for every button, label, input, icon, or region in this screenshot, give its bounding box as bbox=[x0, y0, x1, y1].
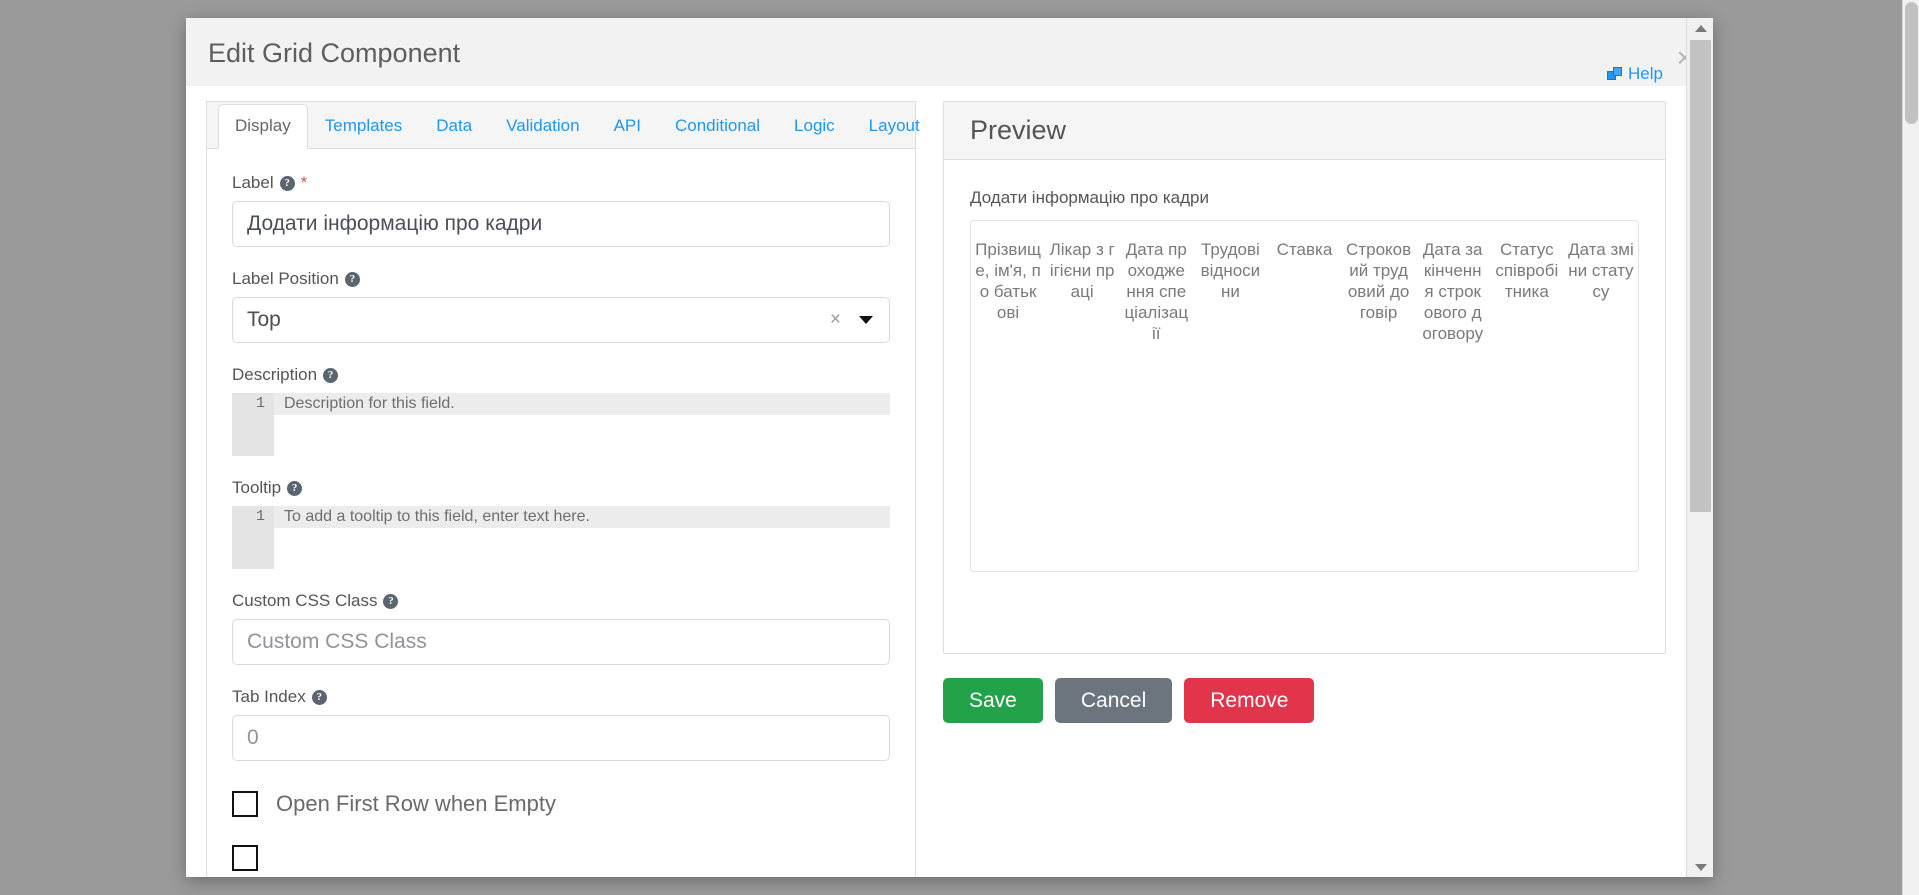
tab-index-input[interactable] bbox=[232, 715, 890, 761]
label-text: Label bbox=[232, 173, 274, 192]
grid-column-header: Дата зміни статусу bbox=[1568, 240, 1634, 301]
open-first-row-checkbox[interactable] bbox=[232, 791, 258, 817]
next-checkbox-row[interactable] bbox=[232, 845, 890, 871]
grid-column: Дата закінчення строкового договору bbox=[1416, 239, 1490, 344]
label-position-label: Label Position ? bbox=[232, 269, 890, 289]
preview-field-label: Додати інформацію про кадри bbox=[970, 188, 1209, 207]
line-number: 1 bbox=[255, 395, 265, 412]
tooltip-code-editor[interactable]: 1 To add a tooltip to this field, enter … bbox=[232, 506, 890, 569]
description-label: Description ? bbox=[232, 365, 890, 385]
tooltip-placeholder: To add a tooltip to this field, enter te… bbox=[284, 508, 590, 525]
tab-api[interactable]: API bbox=[597, 104, 658, 149]
settings-panel: Display Templates Data Validation API Co… bbox=[206, 101, 920, 877]
grid-column-header: Прізвище, ім'я, по батькові bbox=[975, 240, 1041, 322]
tab-data[interactable]: Data bbox=[419, 104, 489, 149]
remove-button[interactable]: Remove bbox=[1184, 678, 1315, 723]
label-text: Custom CSS Class bbox=[232, 591, 378, 610]
modal-title: Edit Grid Component bbox=[208, 38, 461, 68]
custom-css-class-input[interactable] bbox=[232, 619, 890, 665]
help-window-icon bbox=[1607, 67, 1623, 81]
custom-css-class-label: Custom CSS Class ? bbox=[232, 591, 890, 611]
scrollbar-thumb[interactable] bbox=[1690, 40, 1711, 512]
modal-scrollbar[interactable] bbox=[1686, 18, 1713, 877]
preview-edit-grid-table[interactable]: Прізвище, ім'я, по батькові Лікар з гігі… bbox=[970, 220, 1639, 572]
label-input[interactable] bbox=[232, 201, 890, 247]
label-field-label: Label ? * bbox=[232, 173, 890, 193]
tab-templates[interactable]: Templates bbox=[308, 104, 419, 149]
description-code-editor[interactable]: 1 Description for this field. bbox=[232, 393, 890, 456]
cancel-button[interactable]: Cancel bbox=[1054, 678, 1173, 723]
tab-validation[interactable]: Validation bbox=[489, 104, 596, 149]
tooltip-label: Tooltip ? bbox=[232, 478, 890, 498]
line-number-gutter: 1 bbox=[232, 393, 274, 456]
display-tab-panel: Label ? * Label Position ? Top × bbox=[207, 149, 915, 871]
grid-column: Дата проходження спеціалізації bbox=[1119, 239, 1193, 344]
field-group-custom-css-class: Custom CSS Class ? bbox=[232, 591, 890, 665]
field-group-description: Description ? 1 Description for this fie… bbox=[232, 365, 890, 456]
page-scrollbar-thumb[interactable] bbox=[1905, 2, 1918, 124]
tab-index-label: Tab Index ? bbox=[232, 687, 890, 707]
modal-actions: Save Cancel Remove bbox=[943, 678, 1315, 723]
grid-column-header: Дата проходження спеціалізації bbox=[1124, 240, 1189, 343]
tab-layout[interactable]: Layout bbox=[852, 104, 937, 149]
preview-title: Preview bbox=[970, 115, 1067, 145]
line-number-gutter: 1 bbox=[232, 506, 274, 569]
grid-column: Ставка bbox=[1267, 239, 1341, 260]
help-icon[interactable]: ? bbox=[323, 367, 339, 383]
grid-column-header: Ставка bbox=[1276, 240, 1333, 259]
field-group-tooltip: Tooltip ? 1 To add a tooltip to this fie… bbox=[232, 478, 890, 569]
grid-column: Статус співробітника bbox=[1490, 239, 1564, 302]
tab-conditional[interactable]: Conditional bbox=[658, 104, 777, 149]
label-text: Tab Index bbox=[232, 687, 306, 706]
label-position-select[interactable]: Top × bbox=[232, 297, 890, 343]
edit-grid-component-modal: Edit Grid Component Help × Display Templ… bbox=[186, 18, 1713, 877]
grid-column: Строковий трудовий договір bbox=[1342, 239, 1416, 323]
modal-header: Edit Grid Component Help × bbox=[186, 18, 1713, 86]
grid-column-header: Дата закінчення строкового договору bbox=[1422, 240, 1484, 343]
help-label: Help bbox=[1628, 64, 1663, 83]
tab-display[interactable]: Display bbox=[218, 104, 308, 149]
line-number: 1 bbox=[255, 508, 265, 525]
chevron-down-icon[interactable] bbox=[859, 316, 873, 324]
field-group-label-position: Label Position ? Top × bbox=[232, 269, 890, 343]
grid-column-header: Трудові відносини bbox=[1200, 240, 1261, 301]
help-icon[interactable]: ? bbox=[311, 689, 327, 705]
grid-column: Лікар з гігієни праці bbox=[1045, 239, 1119, 302]
help-icon[interactable]: ? bbox=[287, 480, 303, 496]
preview-body: Додати інформацію про кадри Прізвище, ім… bbox=[944, 160, 1665, 572]
help-icon[interactable]: ? bbox=[279, 175, 295, 191]
description-placeholder: Description for this field. bbox=[284, 395, 455, 412]
tab-logic[interactable]: Logic bbox=[777, 104, 852, 149]
open-first-row-label: Open First Row when Empty bbox=[276, 791, 556, 816]
settings-tabs: Display Templates Data Validation API Co… bbox=[207, 102, 920, 149]
page-scrollbar[interactable] bbox=[1902, 0, 1919, 895]
scrollbar-down-arrow-icon[interactable] bbox=[1687, 857, 1713, 877]
preview-header: Preview bbox=[944, 102, 1665, 160]
grid-column-header: Лікар з гігієни праці bbox=[1049, 240, 1115, 301]
next-checkbox[interactable] bbox=[232, 845, 258, 871]
selected-value: Top bbox=[247, 308, 281, 331]
save-button[interactable]: Save bbox=[943, 678, 1043, 723]
label-text: Tooltip bbox=[232, 478, 282, 497]
grid-column: Трудові відносини bbox=[1193, 239, 1267, 302]
required-marker: * bbox=[300, 173, 308, 192]
preview-panel: Preview Додати інформацію про кадри Пріз… bbox=[943, 101, 1666, 654]
help-icon[interactable]: ? bbox=[383, 593, 399, 609]
help-icon[interactable]: ? bbox=[344, 271, 360, 287]
grid-column-header: Строковий трудовий договір bbox=[1346, 240, 1412, 322]
label-text: Description bbox=[232, 365, 318, 384]
help-link[interactable]: Help bbox=[1607, 64, 1663, 84]
field-group-tab-index: Tab Index ? bbox=[232, 687, 890, 761]
grid-column: Прізвище, ім'я, по батькові bbox=[971, 239, 1045, 323]
modal-body: Display Templates Data Validation API Co… bbox=[186, 86, 1686, 877]
scrollbar-up-arrow-icon[interactable] bbox=[1687, 18, 1713, 38]
label-text: Label Position bbox=[232, 269, 339, 288]
open-first-row-checkbox-row[interactable]: Open First Row when Empty bbox=[232, 791, 890, 817]
grid-column: Дата зміни статусу bbox=[1564, 239, 1638, 302]
grid-column-header: Статус співробітника bbox=[1495, 240, 1559, 301]
clear-icon[interactable]: × bbox=[830, 309, 841, 331]
field-group-label: Label ? * bbox=[232, 173, 890, 247]
